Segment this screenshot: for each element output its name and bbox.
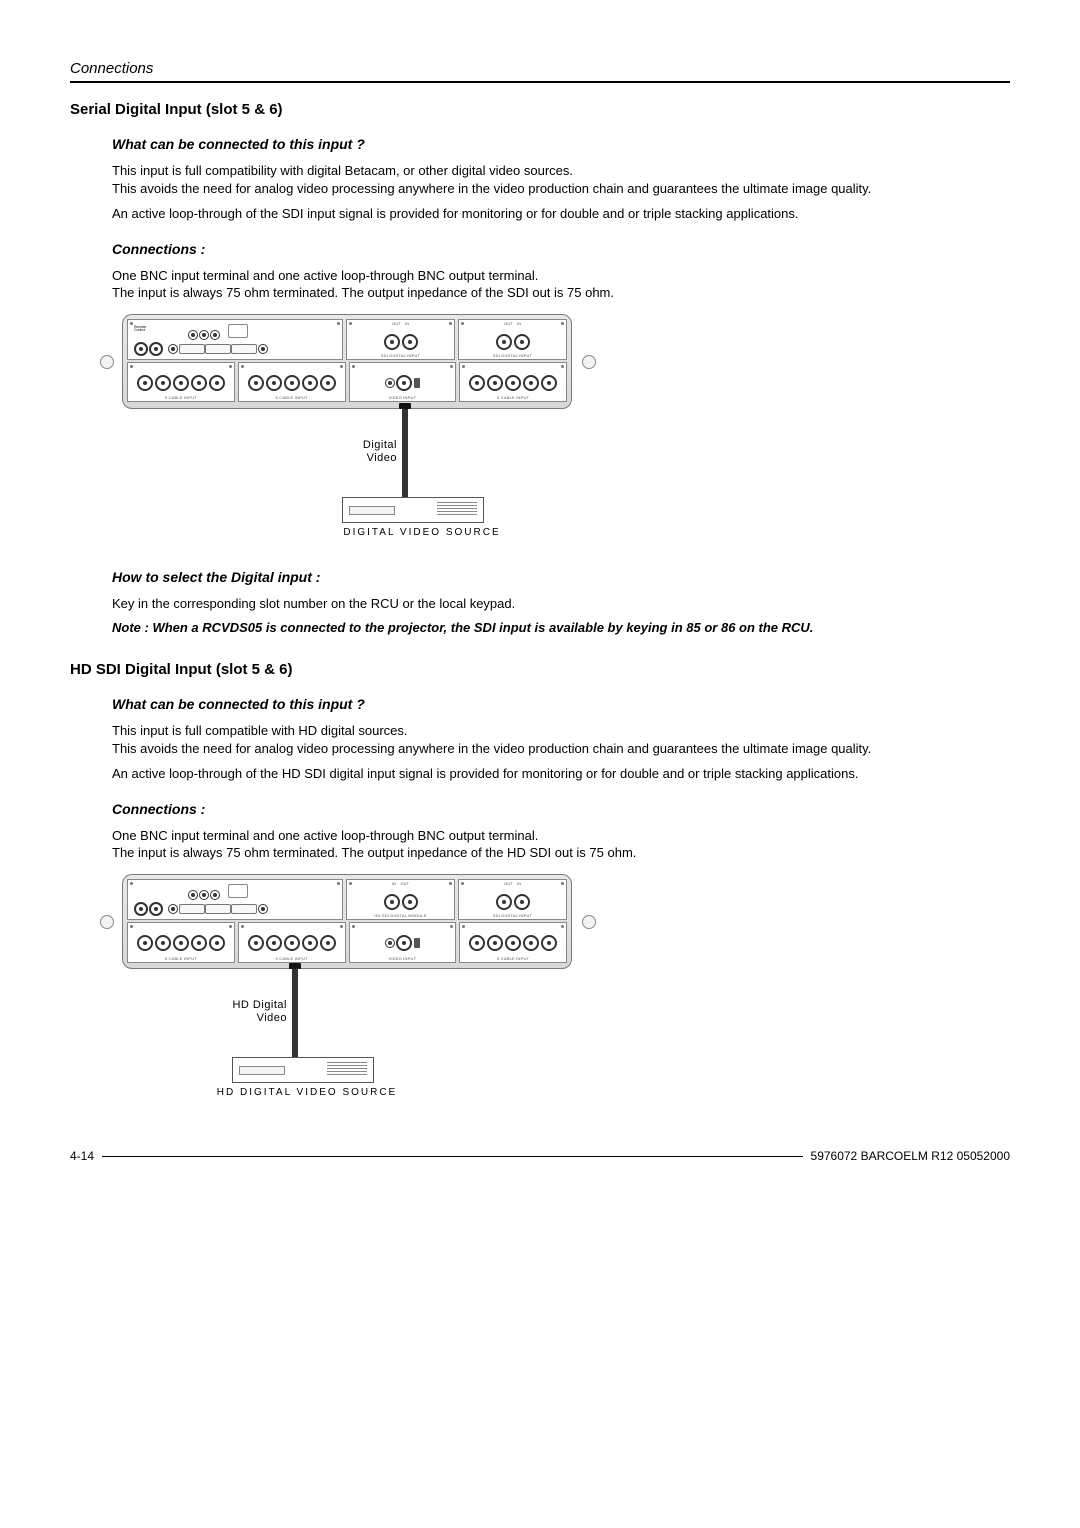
panel-slot: VIDEO INPUT (349, 362, 457, 403)
footer-doc-id: 5976072 BARCOELM R12 05052000 (811, 1149, 1010, 1163)
footer-page-number: 4-14 (70, 1149, 94, 1163)
section2-title: HD SDI Digital Input (slot 5 & 6) (70, 661, 1010, 678)
screw-icon (100, 355, 114, 369)
panel-slot (127, 879, 343, 920)
source-caption: DIGITAL VIDEO SOURCE (322, 527, 522, 538)
diagram-hdsdi: IN OUT HD SDI DIGITAL MODULE OUT IN SDI … (112, 874, 1010, 1109)
source-box-icon (232, 1057, 374, 1083)
cable-icon (292, 967, 298, 1057)
cable-label: HD Digital Video (232, 999, 287, 1025)
cable-icon (402, 407, 408, 497)
panel-slot: 5 CABLE INPUT (459, 362, 567, 403)
section2-p3: An active loop-through of the HD SDI dig… (112, 765, 1010, 783)
diagram-sdi: RemoteControl (112, 314, 1010, 549)
section1-p45: One BNC input terminal and one active lo… (112, 267, 1010, 302)
screw-icon (100, 915, 114, 929)
panel-slot: 5 CABLE INPUT (127, 362, 235, 403)
page-footer: 4-14 5976072 BARCOELM R12 05052000 (70, 1149, 1010, 1163)
section1-sub3: How to select the Digital input : (112, 569, 1010, 585)
panel-slot: 5 CABLE INPUT (127, 922, 235, 963)
section2-p45: One BNC input terminal and one active lo… (112, 827, 1010, 862)
rear-panel: IN OUT HD SDI DIGITAL MODULE OUT IN SDI … (122, 874, 572, 969)
section1-title: Serial Digital Input (slot 5 & 6) (70, 101, 1010, 118)
header-rule (70, 81, 1010, 83)
panel-slot: 5 CABLE INPUT (238, 922, 346, 963)
panel-slot-sdi: OUT IN SDI DIGITAL INPUT (458, 319, 567, 360)
screw-icon (582, 915, 596, 929)
section1-p1: This input is full compatibility with di… (112, 162, 1010, 197)
cable-label: Digital Video (342, 439, 397, 465)
panel-slot-sdi: OUT IN SDI DIGITAL INPUT (458, 879, 567, 920)
page-header-title: Connections (70, 60, 1010, 77)
panel-slot: RemoteControl (127, 319, 343, 360)
footer-rule (102, 1156, 802, 1157)
cable-diagram: HD Digital Video HD DIGITAL VIDEO SOURCE (112, 969, 562, 1109)
section1-p3: An active loop-through of the SDI input … (112, 205, 1010, 223)
section1-sub2: Connections : (112, 241, 1010, 257)
source-caption: HD DIGITAL VIDEO SOURCE (207, 1087, 407, 1098)
panel-slot: 5 CABLE INPUT (238, 362, 346, 403)
cable-diagram: Digital Video DIGITAL VIDEO SOURCE (112, 409, 562, 549)
section2-p12: This input is full compatible with HD di… (112, 722, 1010, 757)
panel-slot-hdsdi: IN OUT HD SDI DIGITAL MODULE (346, 879, 455, 920)
rear-panel: RemoteControl (122, 314, 572, 409)
section2-sub2: Connections : (112, 801, 1010, 817)
panel-slot-sdi: OUT IN SDI DIGITAL INPUT (346, 319, 455, 360)
section1-p6: Key in the corresponding slot number on … (112, 595, 1010, 613)
section2-sub1: What can be connected to this input ? (112, 696, 1010, 712)
panel-slot: 5 CABLE INPUT (459, 922, 567, 963)
screw-icon (582, 355, 596, 369)
section1-sub1: What can be connected to this input ? (112, 136, 1010, 152)
panel-slot: VIDEO INPUT (349, 922, 457, 963)
source-box-icon (342, 497, 484, 523)
section1-note: Note : When a RCVDS05 is connected to th… (112, 620, 1010, 635)
